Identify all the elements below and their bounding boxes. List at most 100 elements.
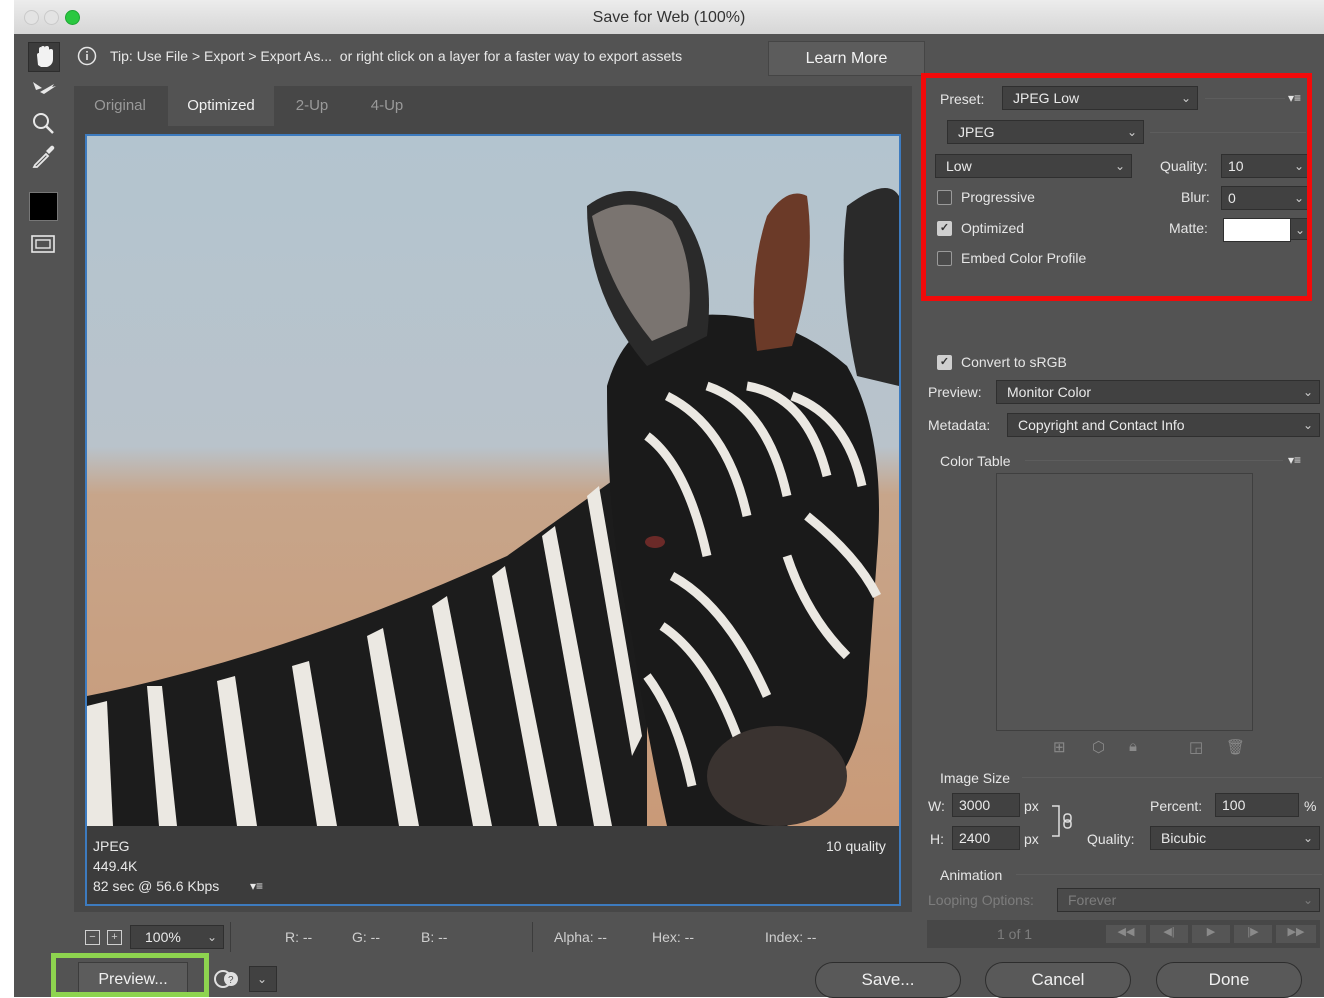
slices-visibility-icon — [31, 235, 55, 253]
info-icon — [77, 46, 97, 66]
last-frame-icon[interactable]: ▶▶ — [1276, 925, 1316, 943]
zebra-photo — [87, 136, 899, 826]
save-button-label: Save... — [861, 970, 915, 989]
image-format: JPEG — [93, 838, 130, 854]
done-button-label: Done — [1208, 970, 1250, 989]
metadata-select[interactable]: Copyright and Contact Info ⌄ — [1007, 413, 1320, 437]
chevron-down-icon: ⌄ — [1302, 893, 1313, 907]
download-rate-menu-icon[interactable]: ▾≡ — [250, 879, 263, 893]
eyedropper-icon — [32, 145, 55, 168]
height-input[interactable]: 2400 — [952, 826, 1020, 850]
cancel-button[interactable]: Cancel — [985, 962, 1131, 998]
width-label: W: — [928, 798, 945, 814]
width-input[interactable]: 3000 — [952, 793, 1020, 817]
zoom-tool[interactable] — [30, 110, 58, 136]
svg-text:?: ? — [228, 975, 234, 986]
new-color-icon[interactable]: ◲ — [1189, 738, 1203, 756]
window-title: Save for Web (100%) — [592, 9, 746, 26]
preview-label: Preview: — [928, 384, 982, 400]
download-time: 82 sec @ 56.6 Kbps — [93, 878, 220, 894]
frame-counter: 1 of 1 — [997, 926, 1033, 942]
tab-original[interactable]: Original — [82, 86, 158, 126]
resample-quality-value: Bicubic — [1161, 830, 1207, 846]
looping-options-value: Forever — [1068, 892, 1117, 908]
zoom-icon — [33, 113, 54, 134]
tip-text: Tip: Use File > Export > Export As... or… — [110, 48, 683, 64]
convert-srgb-label: Convert to sRGB — [961, 354, 1067, 370]
hex-readout: Hex: -- — [652, 929, 694, 945]
animation-divider — [1016, 874, 1322, 875]
constrain-proportions-link-icon[interactable] — [1050, 800, 1080, 842]
toggle-slices-visibility[interactable] — [30, 232, 56, 256]
red-readout: R: -- — [285, 929, 313, 945]
status-divider-2 — [532, 922, 533, 952]
save-button[interactable]: Save... — [815, 962, 961, 998]
percent-unit: % — [1304, 798, 1317, 814]
preview-value: Monitor Color — [1007, 384, 1092, 400]
play-icon[interactable]: ▶ — [1192, 925, 1230, 943]
zoom-level-value: 100% — [145, 929, 181, 945]
convert-srgb-checkbox[interactable]: ✓ — [937, 355, 952, 370]
next-frame-icon[interactable]: |▶ — [1234, 925, 1272, 943]
learn-more-button[interactable]: Learn More — [768, 41, 925, 76]
image-file-size: 449.4K — [93, 858, 138, 874]
percent-input[interactable]: 100 — [1215, 793, 1299, 817]
looping-options-select[interactable]: Forever ⌄ — [1057, 888, 1320, 912]
browser-select-dropdown[interactable]: ⌄ — [249, 966, 277, 992]
index-readout: Index: -- — [765, 929, 817, 945]
color-table-divider — [1025, 460, 1283, 461]
tab-2-up[interactable]: 2-Up — [280, 86, 344, 126]
web-shift-icon[interactable]: ⬡ — [1092, 738, 1105, 756]
percent-value: 100 — [1222, 797, 1246, 813]
preview-select[interactable]: Monitor Color ⌄ — [996, 380, 1320, 404]
lock-color-icon[interactable]: 🔒︎ — [1129, 738, 1137, 755]
chevron-down-icon: ⌄ — [1302, 831, 1313, 845]
chevron-down-icon: ⌄ — [206, 930, 217, 944]
eyedropper-color-swatch[interactable] — [29, 192, 58, 221]
delete-color-icon[interactable]: 🗑︎ — [1226, 738, 1245, 756]
metadata-value: Copyright and Contact Info — [1018, 417, 1185, 433]
tab-4-up[interactable]: 4-Up — [352, 86, 422, 126]
map-to-web-palette-icon[interactable]: ⊞ — [1053, 738, 1066, 756]
done-button[interactable]: Done — [1156, 962, 1302, 998]
width-value: 3000 — [959, 797, 991, 813]
first-frame-icon[interactable]: ◀◀ — [1106, 925, 1146, 943]
cancel-button-label: Cancel — [1031, 970, 1085, 989]
chevron-down-icon: ⌄ — [256, 972, 267, 986]
width-unit: px — [1024, 798, 1039, 814]
image-size-heading: Image Size — [940, 770, 1011, 786]
green-highlight-box — [51, 953, 209, 997]
looping-options-label: Looping Options: — [928, 892, 1034, 908]
slice-select-tool[interactable] — [30, 78, 58, 102]
height-label: H: — [930, 831, 944, 847]
eyedropper-tool[interactable] — [30, 142, 58, 170]
zoom-level-select[interactable]: 100% ⌄ — [130, 925, 224, 949]
zoom-out-button[interactable]: − — [85, 930, 100, 945]
blue-readout: B: -- — [421, 929, 448, 945]
zoom-in-button[interactable]: + — [107, 930, 122, 945]
browser-preview-icon[interactable]: ? — [212, 966, 242, 992]
color-table[interactable] — [996, 473, 1253, 731]
chevron-down-icon: ⌄ — [1302, 385, 1313, 399]
image-size-divider — [1022, 777, 1322, 778]
tab-optimized[interactable]: Optimized — [168, 86, 274, 126]
color-table-menu-icon[interactable]: ▾≡ — [1288, 453, 1301, 467]
red-highlight-box — [921, 73, 1312, 301]
metadata-label: Metadata: — [928, 417, 991, 433]
green-readout: G: -- — [352, 929, 380, 945]
slice-select-icon — [33, 82, 56, 94]
chevron-down-icon: ⌄ — [1302, 418, 1313, 432]
animation-heading: Animation — [940, 867, 1003, 883]
hand-tool[interactable] — [28, 42, 60, 72]
height-value: 2400 — [959, 830, 991, 846]
height-unit: px — [1024, 831, 1039, 847]
percent-label: Percent: — [1150, 798, 1203, 814]
hand-icon — [37, 46, 53, 67]
alpha-readout: Alpha: -- — [554, 929, 607, 945]
resample-quality-select[interactable]: Bicubic ⌄ — [1150, 826, 1320, 850]
resample-quality-label: Quality: — [1087, 831, 1135, 847]
title-bar: Save for Web (100%) — [14, 0, 1324, 35]
color-table-heading: Color Table — [940, 453, 1011, 469]
previous-frame-icon[interactable]: ◀| — [1150, 925, 1188, 943]
status-divider — [230, 922, 231, 952]
